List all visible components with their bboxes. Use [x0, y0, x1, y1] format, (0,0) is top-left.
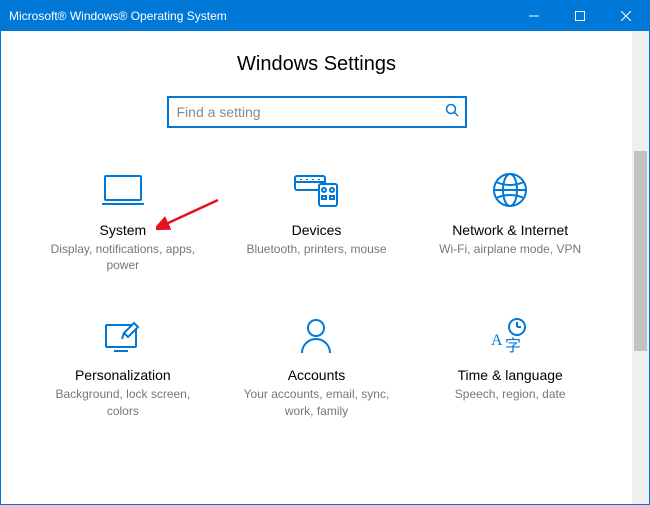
svg-text:A: A: [491, 332, 503, 349]
minimize-icon: [529, 11, 539, 21]
globe-icon: [490, 168, 530, 212]
system-icon: [100, 168, 146, 212]
main-panel: Windows Settings System Display, notific…: [1, 31, 632, 504]
app-window: Microsoft® Windows® Operating System Win…: [0, 0, 650, 505]
maximize-button[interactable]: [557, 1, 603, 31]
tile-devices[interactable]: Devices Bluetooth, printers, mouse: [225, 168, 409, 273]
tile-network[interactable]: Network & Internet Wi-Fi, airplane mode,…: [418, 168, 602, 273]
tile-label: Devices: [292, 222, 342, 238]
tile-personalization[interactable]: Personalization Background, lock screen,…: [31, 313, 215, 418]
content-area: Windows Settings System Display, notific…: [1, 31, 649, 504]
minimize-button[interactable]: [511, 1, 557, 31]
settings-grid: System Display, notifications, apps, pow…: [1, 168, 632, 439]
close-icon: [621, 11, 631, 21]
tile-desc: Background, lock screen, colors: [43, 386, 203, 418]
time-language-icon: A字: [487, 313, 533, 357]
tile-system[interactable]: System Display, notifications, apps, pow…: [31, 168, 215, 273]
scrollbar[interactable]: [632, 31, 649, 504]
search-wrap: [1, 96, 632, 128]
tile-label: Accounts: [288, 367, 346, 383]
tile-label: Time & language: [458, 367, 563, 383]
close-button[interactable]: [603, 1, 649, 31]
svg-text:字: 字: [505, 337, 521, 355]
search-input[interactable]: [177, 104, 445, 120]
tile-desc: Wi-Fi, airplane mode, VPN: [439, 241, 581, 257]
tile-desc: Bluetooth, printers, mouse: [246, 241, 386, 257]
accounts-icon: [296, 313, 336, 357]
tile-accounts[interactable]: Accounts Your accounts, email, sync, wor…: [225, 313, 409, 418]
tile-label: Network & Internet: [452, 222, 568, 238]
tile-desc: Display, notifications, apps, power: [43, 241, 203, 273]
maximize-icon: [575, 11, 585, 21]
tile-label: Personalization: [75, 367, 171, 383]
devices-icon: [291, 168, 341, 212]
tile-time-language[interactable]: A字 Time & language Speech, region, date: [418, 313, 602, 418]
scrollbar-thumb[interactable]: [634, 151, 647, 351]
search-box[interactable]: [167, 96, 467, 128]
personalization-icon: [100, 313, 146, 357]
tile-label: System: [99, 222, 146, 238]
window-title: Microsoft® Windows® Operating System: [9, 9, 511, 23]
tile-desc: Speech, region, date: [455, 386, 566, 402]
search-icon: [445, 103, 459, 122]
tile-desc: Your accounts, email, sync, work, family: [236, 386, 396, 418]
page-title: Windows Settings: [1, 53, 632, 76]
title-bar[interactable]: Microsoft® Windows® Operating System: [1, 1, 649, 31]
